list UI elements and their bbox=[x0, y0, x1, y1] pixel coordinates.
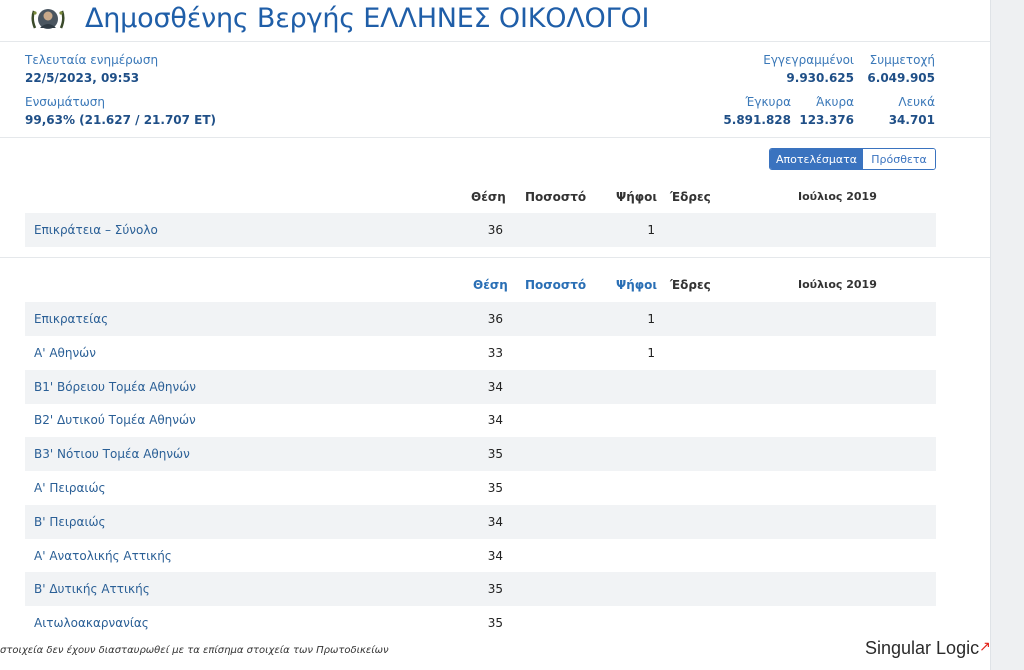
row-name: Β1' Βόρειου Τομέα Αθηνών bbox=[34, 379, 196, 394]
row-name: Β' Δυτικής Αττικής bbox=[34, 582, 150, 597]
row-position: 34 bbox=[487, 379, 503, 394]
invalid-value: 123.376 bbox=[799, 113, 854, 127]
t1-header-position: Θέση bbox=[471, 190, 506, 204]
row-position: 34 bbox=[487, 548, 503, 563]
t2-header-position[interactable]: Θέση bbox=[473, 278, 508, 292]
table-row[interactable]: Α' Αθηνών 33 1 bbox=[25, 336, 936, 370]
registered-value: 9.930.625 bbox=[786, 71, 854, 85]
last-update-label: Τελευταία ενημέρωση bbox=[25, 53, 159, 67]
row-name: Αιτωλοακαρνανίας bbox=[34, 616, 149, 631]
t1-header-percent: Ποσοστό bbox=[525, 190, 587, 204]
row-name: Α' Αθηνών bbox=[34, 345, 96, 360]
t2-header-percent[interactable]: Ποσοστό bbox=[525, 278, 586, 292]
row-name: Α' Ανατολικής Αττικής bbox=[34, 548, 172, 563]
blank-label: Λευκά bbox=[898, 95, 935, 109]
t2-header-votes[interactable]: Ψήφοι bbox=[616, 278, 657, 292]
scrollbar[interactable] bbox=[990, 0, 1024, 670]
page-title: Δημοσθένης Βεργής ΕΛΛΗΝΕΣ ΟΙΚΟΛΟΓΟΙ bbox=[85, 3, 650, 34]
invalid-label: Άκυρα bbox=[816, 95, 854, 109]
valid-label: Έγκυρα bbox=[745, 95, 791, 109]
page-header: Δημοσθένης Βεργής ΕΛΛΗΝΕΣ ΟΙΚΟΛΟΓΟΙ bbox=[0, 0, 990, 42]
table-row[interactable]: Επικράτεια – Σύνολο 36 1 bbox=[25, 213, 936, 247]
disclaimer-text: στοιχεία δεν έχουν διασταυρωθεί με τα επ… bbox=[0, 645, 389, 656]
row-name: Β2' Δυτικού Τομέα Αθηνών bbox=[34, 413, 196, 428]
brand-name: Singular Logic bbox=[865, 638, 980, 658]
row-position: 34 bbox=[487, 514, 503, 529]
t2-header-seats: Έδρες bbox=[670, 278, 711, 292]
integration-label: Ενσωμάτωση bbox=[25, 95, 105, 109]
t1-header-votes: Ψήφοι bbox=[616, 190, 658, 204]
t1-header-seats: Έδρες bbox=[670, 190, 711, 204]
blank-value: 34.701 bbox=[888, 113, 935, 127]
brand-logo: Singular Logic↗ bbox=[865, 638, 990, 659]
brand-mark-icon: ↗ bbox=[979, 638, 990, 654]
row-votes: 1 bbox=[647, 312, 655, 326]
table-row[interactable]: Επικρατείας 36 1 bbox=[25, 302, 936, 336]
table-row[interactable]: Αιτωλοακαρνανίας 35 bbox=[25, 606, 936, 640]
valid-value: 5.891.828 bbox=[723, 113, 791, 127]
row-votes: 1 bbox=[647, 345, 655, 360]
t2-header-previous: Ιούλιος 2019 bbox=[798, 278, 877, 291]
turnout-value: 6.049.905 bbox=[867, 71, 935, 85]
table-row[interactable]: Β2' Δυτικού Τομέα Αθηνών 34 bbox=[25, 403, 936, 437]
row-position: 36 bbox=[487, 312, 503, 326]
section-divider bbox=[0, 257, 990, 258]
row-position: 35 bbox=[487, 616, 503, 631]
extra-tab[interactable]: Πρόσθετα bbox=[863, 149, 935, 169]
view-toggle: Αποτελέσματα Πρόσθετα bbox=[769, 148, 936, 170]
row-position: 34 bbox=[487, 413, 503, 428]
table-row[interactable]: Β' Δυτικής Αττικής 35 bbox=[25, 572, 936, 607]
results-tab[interactable]: Αποτελέσματα bbox=[770, 149, 863, 169]
party-logo-icon bbox=[31, 9, 65, 29]
table-row[interactable]: Β' Πειραιώς 34 bbox=[25, 504, 936, 539]
table-row[interactable]: Β1' Βόρειου Τομέα Αθηνών 34 bbox=[25, 369, 936, 404]
turnout-label: Συμμετοχή bbox=[869, 53, 935, 67]
row-name: Α' Πειραιώς bbox=[34, 481, 106, 495]
results-page: Δημοσθένης Βεργής ΕΛΛΗΝΕΣ ΟΙΚΟΛΟΓΟΙ Τελε… bbox=[0, 0, 990, 670]
row-position: 36 bbox=[487, 223, 503, 237]
row-position: 35 bbox=[487, 447, 503, 462]
row-name: Β3' Νότιου Τομέα Αθηνών bbox=[34, 447, 190, 462]
row-position: 35 bbox=[487, 481, 503, 495]
integration-value: 99,63% (21.627 / 21.707 ΕΤ) bbox=[25, 113, 217, 127]
registered-label: Εγγεγραμμένοι bbox=[763, 53, 854, 67]
row-position: 35 bbox=[487, 582, 503, 597]
last-update-value: 22/5/2023, 09:53 bbox=[25, 71, 140, 85]
row-name: Επικράτεια – Σύνολο bbox=[34, 223, 158, 237]
row-name: Β' Πειραιώς bbox=[34, 514, 106, 529]
t1-header-previous: Ιούλιος 2019 bbox=[798, 190, 877, 203]
row-name: Επικρατείας bbox=[34, 312, 109, 326]
row-position: 33 bbox=[487, 345, 503, 360]
table-row[interactable]: Α' Πειραιώς 35 bbox=[25, 471, 936, 505]
election-summary: Τελευταία ενημέρωση 22/5/2023, 09:53 Ενσ… bbox=[0, 43, 990, 138]
table-row[interactable]: Β3' Νότιου Τομέα Αθηνών 35 bbox=[25, 437, 936, 472]
table-row[interactable]: Α' Ανατολικής Αττικής 34 bbox=[25, 539, 936, 573]
row-votes: 1 bbox=[647, 223, 655, 237]
